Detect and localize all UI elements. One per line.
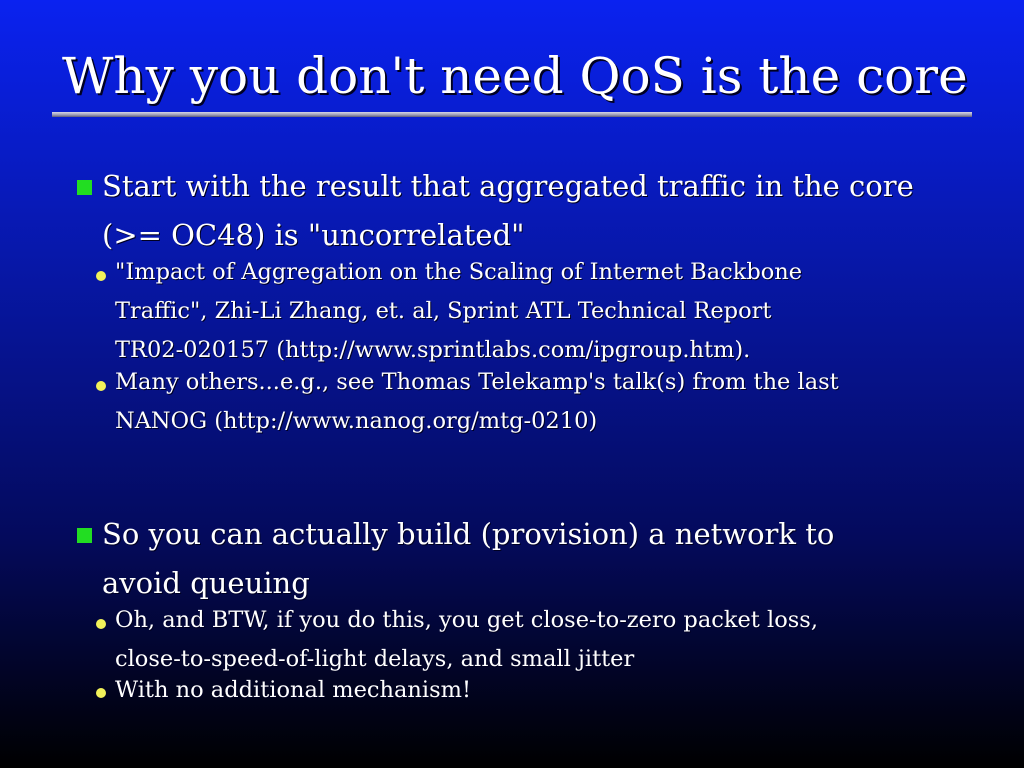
bullet-1-line-1: Start with the result that aggregated tr…: [102, 169, 914, 203]
bullet-1-sub-2-line-1: Many others...e.g., see Thomas Telekamp'…: [115, 369, 839, 395]
bullet-1-sub-1-line-1: "Impact of Aggregation on the Scaling of…: [115, 259, 803, 285]
bullet-2-sub-1-line-1: Oh, and BTW, if you do this, you get clo…: [115, 607, 818, 633]
bullet-list: Start with the result that aggregated tr…: [0, 0, 1024, 768]
green-square-bullet-icon: [77, 180, 92, 195]
yellow-dot-bullet-icon: [96, 619, 106, 629]
yellow-dot-bullet-icon: [96, 271, 106, 281]
bullet-1-sub-1-line-2: Traffic", Zhi-Li Zhang, et. al, Sprint A…: [115, 298, 772, 324]
green-square-bullet-icon: [77, 528, 92, 543]
bullet-2-sub-2-line-1: With no additional mechanism!: [115, 677, 472, 703]
yellow-dot-bullet-icon: [96, 688, 106, 698]
yellow-dot-bullet-icon: [96, 381, 106, 391]
bullet-1-sub-2-line-2: NANOG (http://www.nanog.org/mtg-0210): [115, 408, 598, 434]
bullet-2-line-1: So you can actually build (provision) a …: [102, 517, 835, 551]
